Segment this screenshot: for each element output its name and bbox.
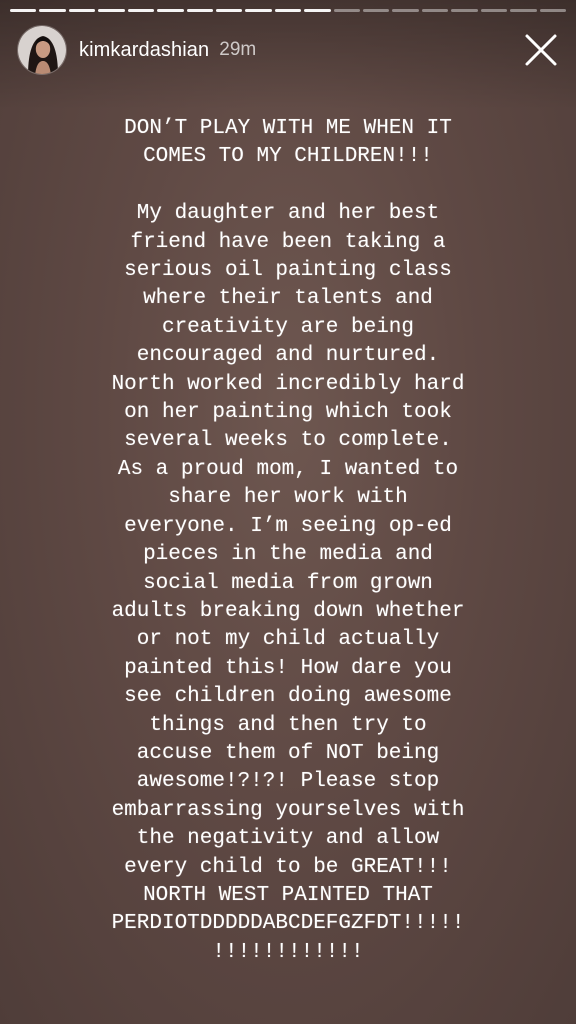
progress-segment [363, 9, 390, 12]
timestamp: 29m [219, 39, 257, 60]
progress-segment [510, 9, 537, 12]
story-text: DON’T PLAY WITH ME WHEN IT COMES TO MY C… [111, 117, 465, 964]
progress-segment [480, 9, 508, 12]
story-viewer[interactable]: kimkardashian 29m DON’T PLAY WITH ME WHE… [0, 0, 576, 1024]
story-progress-bar [10, 9, 567, 12]
progress-segment [274, 9, 302, 12]
profile-photo-icon [18, 26, 66, 74]
progress-segment [186, 9, 213, 12]
story-header: kimkardashian 29m [17, 22, 562, 78]
progress-segment [539, 9, 567, 12]
progress-segment [68, 9, 96, 12]
story-text-container: DON’T PLAY WITH ME WHEN IT COMES TO MY C… [20, 115, 556, 967]
progress-segment [39, 9, 66, 12]
username[interactable]: kimkardashian [79, 39, 209, 62]
progress-segment [392, 9, 419, 12]
progress-segment [127, 9, 155, 12]
progress-segment [451, 9, 478, 12]
close-icon [525, 34, 557, 66]
progress-segment [421, 9, 449, 12]
progress-segment [10, 9, 37, 12]
progress-segment [157, 9, 184, 12]
progress-segment [98, 9, 125, 12]
close-button[interactable] [520, 29, 562, 71]
avatar[interactable] [17, 25, 67, 75]
progress-segment [215, 9, 243, 12]
progress-segment [245, 9, 272, 12]
progress-segment [333, 9, 361, 12]
progress-segment [304, 9, 331, 12]
